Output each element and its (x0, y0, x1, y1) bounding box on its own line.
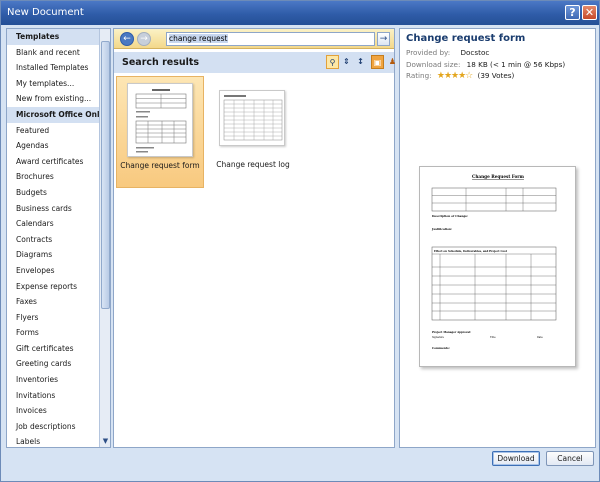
category-item-business-cards[interactable]: Business cards (7, 201, 110, 217)
category-item-flyers[interactable]: Flyers (7, 310, 110, 326)
category-item-blank-and-recent[interactable]: Blank and recent (7, 45, 110, 61)
download-button[interactable]: Download (492, 451, 540, 466)
search-go-icon[interactable]: → (377, 32, 390, 46)
category-item-new-from-existing[interactable]: New from existing... (7, 91, 110, 107)
view-thumbnails-icon[interactable]: ▣ (371, 55, 384, 69)
download-size: Download size: 18 KB (< 1 min @ 56 Kbps) (406, 60, 565, 69)
results-header-label: Search results (122, 57, 200, 68)
category-item-contracts[interactable]: Contracts (7, 232, 110, 248)
category-item-my-templates[interactable]: My templates... (7, 76, 110, 92)
category-item-expense-reports[interactable]: Expense reports (7, 279, 110, 295)
category-item-envelopes[interactable]: Envelopes (7, 263, 110, 279)
category-scrollbar[interactable]: ▼ (99, 29, 110, 447)
result-change-request-log[interactable]: Change request log (209, 76, 297, 188)
template-thumbnail (127, 83, 193, 157)
forward-arrow-icon[interactable]: → (137, 32, 151, 46)
sort-az-icon[interactable]: ↕ (354, 55, 367, 69)
template-thumbnail (219, 90, 285, 146)
doc-comments-label: Comments: (432, 346, 450, 350)
category-item-faxes[interactable]: Faxes (7, 294, 110, 310)
category-item-gift-certificates[interactable]: Gift certificates (7, 341, 110, 357)
category-list: Templates Blank and recent Installed Templ… (7, 29, 110, 447)
category-item-calendars[interactable]: Calendars (7, 216, 110, 232)
category-item-agendas[interactable]: Agendas (7, 138, 110, 154)
rating: Rating: ★★★★☆ (39 Votes) (406, 71, 514, 81)
close-icon[interactable]: ✕ (582, 5, 597, 20)
result-label: Change request log (216, 160, 290, 169)
category-item-labels[interactable]: Labels (7, 434, 110, 447)
doc-title-label: Title (490, 336, 496, 339)
window-title: New Document (7, 7, 84, 18)
category-item-diagrams[interactable]: Diagrams (7, 247, 110, 263)
preview-title: Change request form (406, 33, 526, 44)
sort-rating-icon[interactable]: ⇕ (340, 55, 353, 69)
sort-relevance-icon[interactable]: ⚲ (326, 55, 339, 69)
doc-heading: Change Request Form (472, 174, 524, 179)
doc-description-label: Description of Change: (432, 214, 468, 218)
category-item-featured[interactable]: Featured (7, 123, 110, 139)
new-document-dialog: New Document ? ✕ Templates Blank and rece… (0, 0, 600, 482)
scroll-thumb[interactable] (101, 41, 110, 309)
search-results-panel: ← → change request → Search results ⚲ ⇕ … (113, 28, 396, 448)
search-bar: ← → change request → (114, 29, 394, 49)
rating-votes: (39 Votes) (477, 71, 515, 80)
document-preview: Change Request Form Description of Chang… (419, 166, 576, 367)
doc-justification-label: Justification: (431, 227, 452, 231)
result-label: Change request form (120, 161, 200, 170)
cancel-button[interactable]: Cancel (546, 451, 594, 466)
help-icon[interactable]: ? (565, 5, 580, 20)
back-arrow-icon[interactable]: ← (120, 32, 134, 46)
result-change-request-form[interactable]: Change request form (116, 76, 204, 188)
category-item-microsoft-office-online[interactable]: Microsoft Office Online (7, 106, 110, 123)
download-size-label: Download size: (406, 60, 461, 69)
category-item-greeting-cards[interactable]: Greeting cards (7, 356, 110, 372)
category-item-forms[interactable]: Forms (7, 325, 110, 341)
category-item-award-certificates[interactable]: Award certificates (7, 154, 110, 170)
doc-effect-label: Effect on Schedule, Deliverables, and Pr… (434, 249, 508, 253)
rating-stars-icon: ★★★★☆ (436, 71, 473, 81)
search-input[interactable]: change request (166, 32, 375, 46)
rating-label: Rating: (406, 71, 432, 80)
doc-date-label: Date (537, 336, 543, 339)
preview-panel: Change request form Provided by: Docstoc… (399, 28, 596, 448)
category-item-invoices[interactable]: Invoices (7, 403, 110, 419)
scroll-down-icon[interactable]: ▼ (101, 436, 110, 446)
category-item-budgets[interactable]: Budgets (7, 185, 110, 201)
category-item-inventories[interactable]: Inventories (7, 372, 110, 388)
category-item-installed-templates[interactable]: Installed Templates (7, 60, 110, 76)
view-details-icon[interactable]: ♟ (386, 55, 399, 69)
category-item-templates[interactable]: Templates (7, 29, 110, 45)
category-item-invitations[interactable]: Invitations (7, 388, 110, 404)
doc-approval-label: Project Manager Approval: (432, 330, 471, 334)
download-size-value: 18 KB (< 1 min @ 56 Kbps) (466, 60, 566, 69)
search-query: change request (169, 34, 228, 43)
results-header: Search results ⚲ ⇕ ↕ ▣ ♟ (114, 52, 396, 73)
doc-signature-label: Signature (432, 336, 445, 339)
provided-by-label: Provided by: (406, 48, 451, 57)
category-item-brochures[interactable]: Brochures (7, 169, 110, 185)
title-bar: New Document ? ✕ (1, 1, 599, 25)
category-item-job-descriptions[interactable]: Job descriptions (7, 419, 110, 435)
template-categories-panel: Templates Blank and recent Installed Templ… (6, 28, 111, 448)
provided-by-value: Docstoc (460, 48, 490, 57)
provided-by: Provided by: Docstoc (406, 48, 489, 57)
